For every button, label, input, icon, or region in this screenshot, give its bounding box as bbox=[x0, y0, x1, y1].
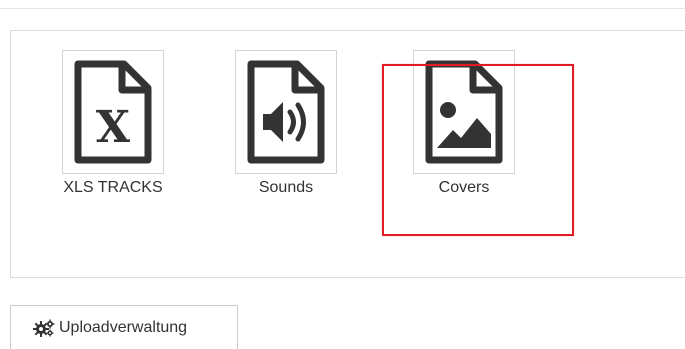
top-divider bbox=[0, 8, 685, 9]
sound-file-icon bbox=[247, 60, 325, 164]
upload-management-button[interactable]: Uploadverwaltung bbox=[10, 305, 238, 349]
svg-text:X: X bbox=[96, 102, 131, 153]
tile-icon-frame[interactable]: X bbox=[62, 50, 164, 174]
cogs-icon bbox=[33, 319, 55, 337]
tile-label-xls-tracks: XLS TRACKS bbox=[63, 179, 163, 196]
tile-xls-tracks[interactable]: X XLS TRACKS bbox=[48, 50, 178, 198]
tile-sounds[interactable]: Sounds bbox=[221, 50, 351, 198]
tile-icon-frame[interactable] bbox=[235, 50, 337, 174]
tile-label-sounds: Sounds bbox=[258, 179, 314, 196]
xls-file-icon: X bbox=[74, 60, 152, 164]
selection-highlight bbox=[382, 64, 574, 236]
upload-button-label: Uploadverwaltung bbox=[59, 318, 188, 336]
